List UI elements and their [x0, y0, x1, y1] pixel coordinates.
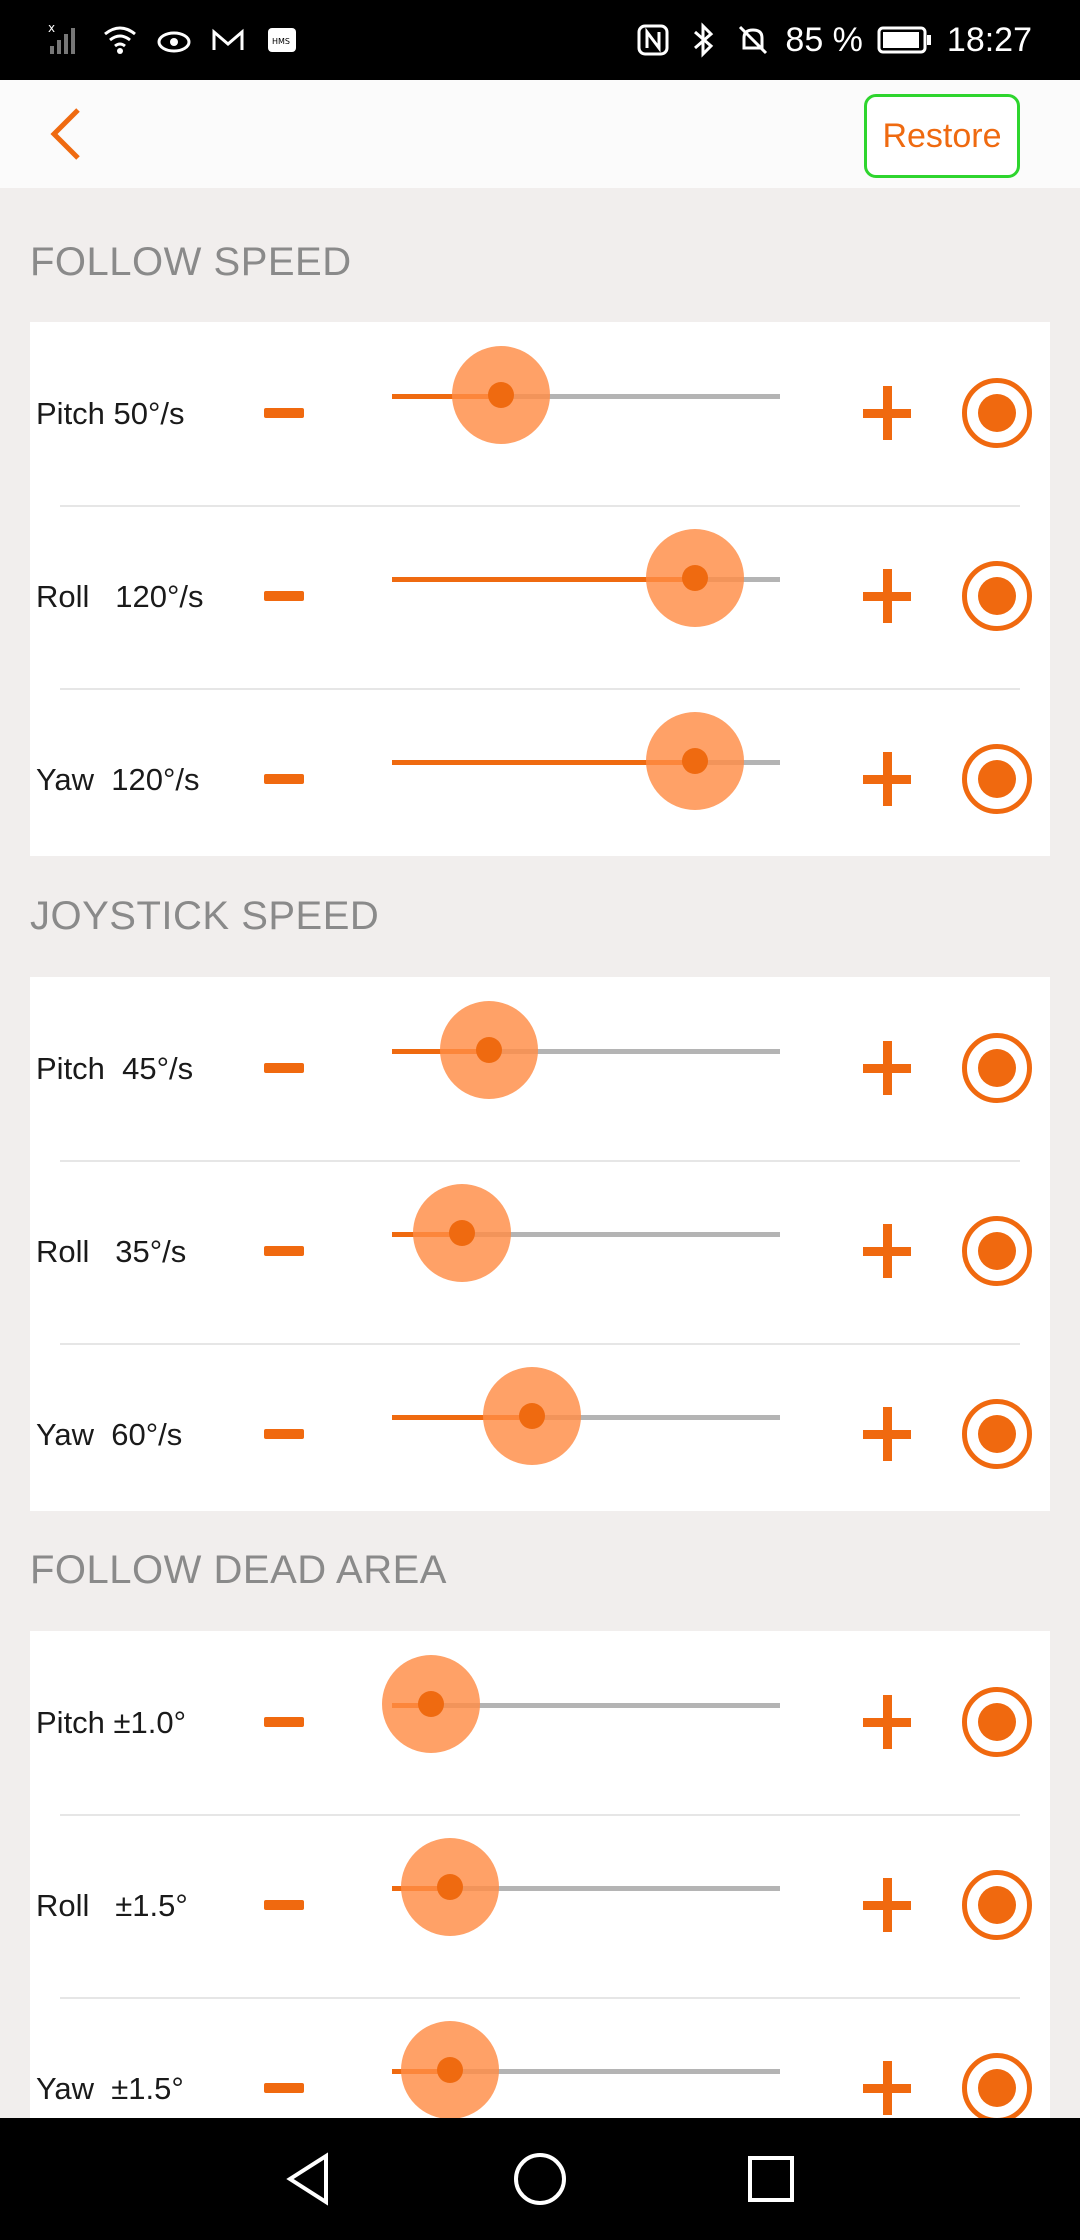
section-title-follow-dead-area: FOLLOW DEAD AREA: [30, 1548, 447, 1592]
setting-label: Yaw 60°/s: [36, 1416, 183, 1452]
slider-thumb[interactable]: [382, 1655, 480, 1753]
select-radio-button[interactable]: [962, 1870, 1032, 1940]
decrease-button[interactable]: [264, 2083, 304, 2093]
increase-button[interactable]: [863, 1695, 911, 1749]
decrease-button[interactable]: [264, 591, 304, 601]
joystick-speed-card: Pitch 45°/s Roll 35°/s Yaw 60°/s: [30, 977, 1050, 1511]
setting-row: Yaw 120°/s: [30, 688, 1050, 871]
wifi-icon: [102, 22, 138, 58]
setting-label: Roll 120°/s: [36, 578, 204, 614]
eye-icon: [156, 22, 192, 58]
select-radio-button[interactable]: [962, 2053, 1032, 2118]
decrease-button[interactable]: [264, 408, 304, 418]
nav-recents-button[interactable]: [740, 2148, 802, 2210]
section-title-joystick-speed: JOYSTICK SPEED: [30, 894, 380, 938]
increase-button[interactable]: [863, 2061, 911, 2115]
setting-row: Roll 35°/s: [30, 1160, 1050, 1343]
value-slider[interactable]: [392, 505, 780, 688]
setting-row: Pitch 45°/s: [30, 977, 1050, 1160]
setting-label: Roll ±1.5°: [36, 1887, 188, 1923]
nfc-icon: [635, 22, 671, 58]
value-slider[interactable]: [392, 1997, 780, 2118]
signal-icon: x: [48, 21, 84, 58]
setting-row: Pitch ±1.0°: [30, 1631, 1050, 1814]
navigation-bar: [0, 2118, 1080, 2240]
decrease-button[interactable]: [264, 1429, 304, 1439]
slider-thumb[interactable]: [413, 1184, 511, 1282]
value-slider[interactable]: [392, 1814, 780, 1997]
slider-thumb[interactable]: [440, 1001, 538, 1099]
setting-row: Yaw 60°/s: [30, 1343, 1050, 1526]
slider-thumb[interactable]: [401, 2021, 499, 2118]
increase-button[interactable]: [863, 1041, 911, 1095]
select-radio-button[interactable]: [962, 378, 1032, 448]
nav-back-button[interactable]: [278, 2148, 340, 2210]
increase-button[interactable]: [863, 1224, 911, 1278]
slider-thumb[interactable]: [401, 1838, 499, 1936]
increase-button[interactable]: [863, 386, 911, 440]
decrease-button[interactable]: [264, 1717, 304, 1727]
decrease-button[interactable]: [264, 1063, 304, 1073]
restore-button[interactable]: Restore: [864, 94, 1020, 178]
value-slider[interactable]: [392, 1160, 780, 1343]
setting-row: Roll 120°/s: [30, 505, 1050, 688]
value-slider[interactable]: [392, 688, 780, 871]
value-slider[interactable]: [382, 1631, 780, 1814]
setting-label: Pitch ±1.0°: [36, 1704, 187, 1740]
select-radio-button[interactable]: [962, 1687, 1032, 1757]
chevron-left-icon: [50, 108, 80, 160]
setting-label: Pitch 45°/s: [36, 1050, 194, 1086]
value-slider[interactable]: [392, 977, 780, 1160]
decrease-button[interactable]: [264, 1900, 304, 1910]
increase-button[interactable]: [863, 569, 911, 623]
home-circle-icon: [514, 2153, 566, 2205]
setting-label: Yaw 120°/s: [36, 761, 200, 797]
mail-icon: [210, 22, 246, 58]
status-bar: x HMS 85 % 18:27: [0, 0, 1080, 80]
clock: 18:27: [946, 20, 1032, 59]
select-radio-button[interactable]: [962, 1399, 1032, 1469]
decrease-button[interactable]: [264, 1246, 304, 1256]
setting-label: Pitch 50°/s: [36, 395, 185, 431]
battery-icon: [877, 25, 933, 55]
setting-row: Yaw ±1.5°: [30, 1997, 1050, 2118]
battery-percent: 85 %: [785, 20, 863, 59]
value-slider[interactable]: [392, 1343, 780, 1526]
recents-square-icon: [748, 2156, 794, 2202]
increase-button[interactable]: [863, 1407, 911, 1461]
slider-thumb[interactable]: [646, 529, 744, 627]
select-radio-button[interactable]: [962, 561, 1032, 631]
back-triangle-icon: [286, 2152, 328, 2206]
slider-thumb[interactable]: [483, 1367, 581, 1465]
section-title-follow-speed: FOLLOW SPEED: [30, 240, 352, 284]
select-radio-button[interactable]: [962, 1216, 1032, 1286]
slider-thumb[interactable]: [646, 712, 744, 810]
decrease-button[interactable]: [264, 774, 304, 784]
top-bar: Restore: [0, 80, 1080, 188]
setting-label: Yaw ±1.5°: [36, 2070, 184, 2106]
bluetooth-icon: [685, 22, 721, 58]
nav-home-button[interactable]: [509, 2148, 571, 2210]
silent-icon: [735, 22, 771, 58]
select-radio-button[interactable]: [962, 1033, 1032, 1103]
follow-speed-card: Pitch 50°/s Roll 120°/s Yaw 120°/s: [30, 322, 1050, 856]
setting-row: Roll ±1.5°: [30, 1814, 1050, 1997]
follow-dead-area-card: Pitch ±1.0° Roll ±1.5° Yaw ±1.5°: [30, 1631, 1050, 2118]
setting-label: Roll 35°/s: [36, 1233, 187, 1269]
increase-button[interactable]: [863, 752, 911, 806]
hms-icon: HMS: [264, 22, 300, 58]
slider-thumb[interactable]: [452, 346, 550, 444]
increase-button[interactable]: [863, 1878, 911, 1932]
select-radio-button[interactable]: [962, 744, 1032, 814]
svg-text:x: x: [48, 22, 55, 35]
svg-text:HMS: HMS: [272, 37, 290, 46]
back-button[interactable]: [40, 104, 100, 164]
setting-row: Pitch 50°/s: [30, 322, 1050, 505]
value-slider[interactable]: [392, 322, 780, 505]
